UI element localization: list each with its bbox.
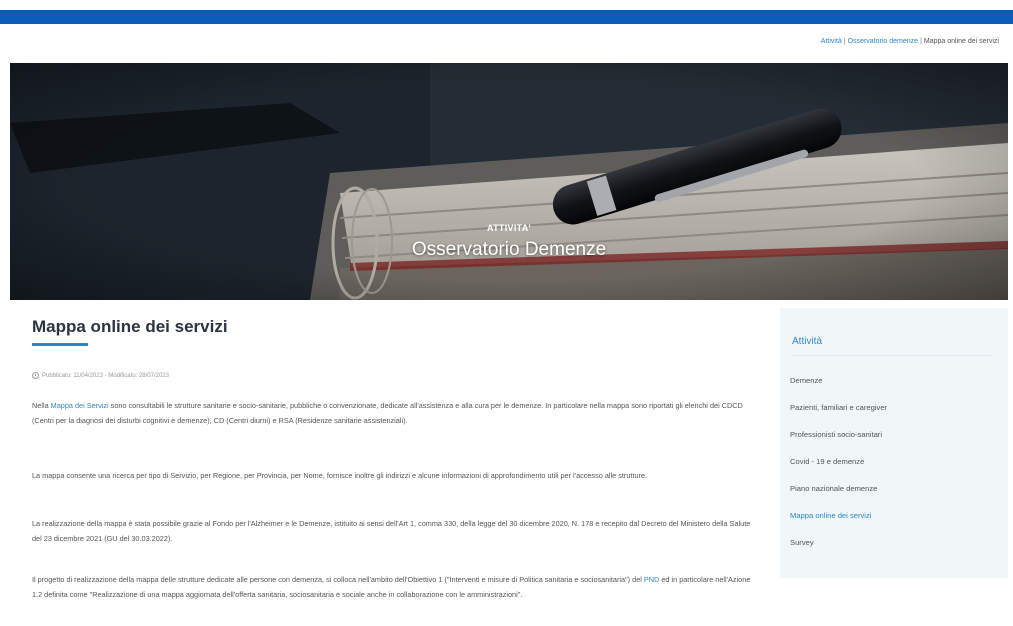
- sidebar-item-survey[interactable]: Survey: [790, 538, 887, 565]
- publication-date: Pubblicato: 11/04/2023 - Modificato: 28/…: [42, 372, 169, 379]
- hero-title: Osservatorio Demenze: [411, 239, 607, 260]
- top-brand-bar: [0, 10, 1013, 24]
- project-paragraph: Il progetto di realizzazione della mappa…: [32, 572, 752, 602]
- breadcrumb-separator: |: [843, 38, 846, 45]
- sidebar-item-covid[interactable]: Covid - 19 e demenze: [790, 457, 887, 484]
- paragraph-text: sono consultabili le strutture sanitarie…: [32, 401, 743, 425]
- notebook-pen-hero-image: [10, 63, 1008, 300]
- mappa-servizi-link[interactable]: Mappa dei Servizi: [51, 401, 109, 410]
- sidebar-item-mappa-online[interactable]: Mappa online dei servizi: [790, 511, 887, 538]
- hero-banner: ATTIVITA' Osservatorio Demenze: [10, 63, 1008, 300]
- clock-icon: [32, 372, 39, 379]
- sidebar-menu: Demenze Pazienti, familiari e caregiver …: [790, 376, 887, 565]
- breadcrumb-osservatorio-link[interactable]: Osservatorio demenze: [848, 38, 918, 45]
- paragraph-text: Il progetto di realizzazione della mappa…: [32, 575, 644, 584]
- funding-paragraph: La realizzazione della mappa è stata pos…: [32, 519, 751, 543]
- intro-paragraph: Nella Mappa dei Servizi sono consultabil…: [32, 398, 752, 428]
- sidebar-activities: Attività Demenze Pazienti, familiari e c…: [780, 308, 1008, 578]
- title-underline: [32, 343, 88, 346]
- sidebar-item-professionisti[interactable]: Professionisti socio-sanitari: [790, 430, 887, 457]
- sidebar-item-demenze[interactable]: Demenze: [790, 376, 887, 403]
- breadcrumb-current: Mappa online dei servizi: [923, 38, 999, 45]
- breadcrumb-separator: |: [920, 38, 922, 45]
- search-paragraph: La mappa consente una ricerca per tipo d…: [32, 471, 648, 480]
- hero-kicker: ATTIVITA': [487, 223, 531, 233]
- paragraph-text: Nella: [32, 401, 51, 410]
- sidebar-divider: [792, 355, 992, 356]
- sidebar-title: Attività: [792, 336, 823, 347]
- sidebar-item-pazienti[interactable]: Pazienti, familiari e caregiver: [790, 403, 887, 430]
- breadcrumb-attivita-link[interactable]: Attività: [821, 38, 842, 45]
- publication-meta: Pubblicato: 11/04/2023 - Modificato: 28/…: [32, 372, 169, 379]
- page-title: Mappa online dei servizi: [32, 317, 228, 336]
- sidebar-item-piano-nazionale[interactable]: Piano nazionale demenze: [790, 484, 887, 511]
- breadcrumb: Attività | Osservatorio demenze | Mappa onli…: [821, 38, 999, 45]
- pnd-link[interactable]: PND: [644, 575, 659, 584]
- sidebar-header: Attività: [792, 336, 992, 356]
